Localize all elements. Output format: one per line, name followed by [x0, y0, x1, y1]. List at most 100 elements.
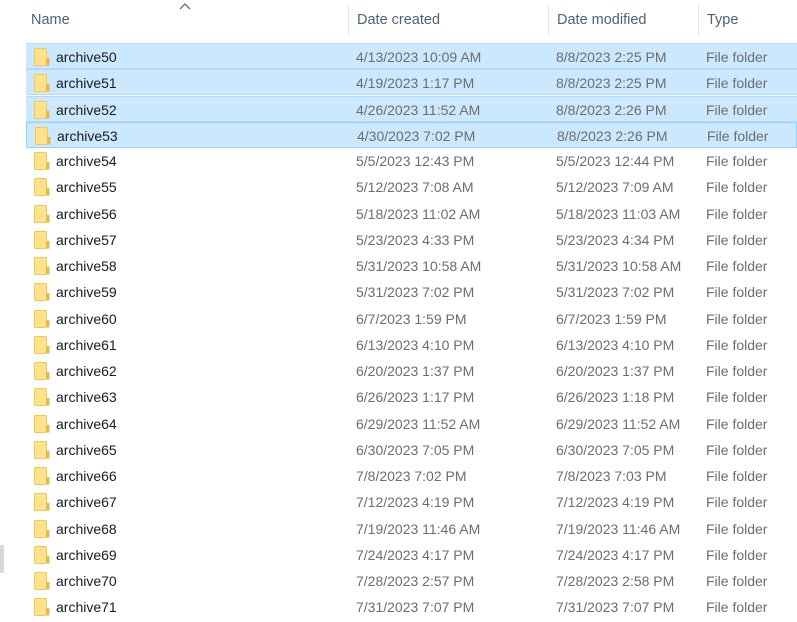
file-row[interactable]: archive70 7/28/2023 2:57 PM 7/28/2023 2:…: [26, 568, 797, 594]
folder-icon: [34, 74, 50, 92]
file-date-created: 7/28/2023 2:57 PM: [356, 573, 475, 589]
file-name: archive57: [56, 232, 117, 248]
folder-icon: [34, 152, 50, 170]
file-type: File folder: [706, 442, 768, 458]
file-row[interactable]: archive56 5/18/2023 11:02 AM 5/18/2023 1…: [26, 201, 797, 227]
file-name: archive52: [56, 102, 117, 118]
file-name: archive65: [56, 442, 117, 458]
folder-icon: [34, 415, 50, 433]
file-date-created: 4/30/2023 7:02 PM: [357, 128, 476, 144]
chevron-up-icon: [179, 3, 191, 10]
file-name: archive54: [56, 153, 117, 169]
file-date-modified: 5/18/2023 11:03 AM: [556, 206, 681, 222]
file-name: archive69: [56, 547, 117, 563]
column-header-date-modified[interactable]: Date modified: [557, 0, 646, 40]
file-type: File folder: [706, 75, 768, 91]
file-date-modified: 8/8/2023 2:25 PM: [556, 49, 667, 65]
file-row[interactable]: archive53 4/30/2023 7:02 PM 8/8/2023 2:2…: [26, 122, 797, 148]
file-date-modified: 6/30/2023 7:05 PM: [556, 442, 675, 458]
folder-icon: [34, 257, 50, 275]
file-date-modified: 7/28/2023 2:58 PM: [556, 573, 675, 589]
file-row[interactable]: archive59 5/31/2023 7:02 PM 5/31/2023 7:…: [26, 279, 797, 305]
file-type: File folder: [706, 573, 768, 589]
file-row[interactable]: archive55 5/12/2023 7:08 AM 5/12/2023 7:…: [26, 174, 797, 200]
file-row[interactable]: archive50 4/13/2023 10:09 AM 8/8/2023 2:…: [26, 43, 797, 69]
file-type: File folder: [706, 258, 768, 274]
folder-icon: [34, 441, 50, 459]
folder-icon: [34, 48, 50, 66]
file-row[interactable]: archive65 6/30/2023 7:05 PM 6/30/2023 7:…: [26, 437, 797, 463]
column-header-type[interactable]: Type: [707, 0, 738, 40]
file-date-created: 6/29/2023 11:52 AM: [356, 416, 481, 432]
file-date-modified: 6/20/2023 1:37 PM: [556, 363, 675, 379]
file-name: archive63: [56, 389, 117, 405]
file-row[interactable]: archive62 6/20/2023 1:37 PM 6/20/2023 1:…: [26, 358, 797, 384]
file-name: archive56: [56, 206, 117, 222]
folder-icon: [34, 362, 50, 380]
file-row[interactable]: archive71 7/31/2023 7:07 PM 7/31/2023 7:…: [26, 594, 797, 620]
file-date-created: 7/24/2023 4:17 PM: [356, 547, 475, 563]
file-row[interactable]: archive68 7/19/2023 11:46 AM 7/19/2023 1…: [26, 516, 797, 542]
folder-icon: [35, 127, 51, 145]
file-type: File folder: [706, 337, 768, 353]
file-name: archive66: [56, 468, 117, 484]
column-divider[interactable]: [548, 5, 549, 36]
file-name: archive50: [56, 49, 117, 65]
file-type: File folder: [706, 284, 768, 300]
file-name: archive61: [56, 337, 117, 353]
file-type: File folder: [706, 102, 768, 118]
file-row[interactable]: archive67 7/12/2023 4:19 PM 7/12/2023 4:…: [26, 489, 797, 515]
file-date-created: 6/20/2023 1:37 PM: [356, 363, 475, 379]
file-type: File folder: [706, 206, 768, 222]
file-date-modified: 7/31/2023 7:07 PM: [556, 599, 675, 615]
file-date-created: 5/23/2023 4:33 PM: [356, 232, 475, 248]
file-row[interactable]: archive60 6/7/2023 1:59 PM 6/7/2023 1:59…: [26, 306, 797, 332]
file-date-created: 7/8/2023 7:02 PM: [356, 468, 467, 484]
file-row[interactable]: archive63 6/26/2023 1:17 PM 6/26/2023 1:…: [26, 384, 797, 410]
folder-icon: [34, 467, 50, 485]
file-row[interactable]: archive54 5/5/2023 12:43 PM 5/5/2023 12:…: [26, 148, 797, 174]
folder-icon: [34, 546, 50, 564]
folder-icon: [34, 101, 50, 119]
file-date-created: 4/19/2023 1:17 PM: [356, 75, 475, 91]
file-date-created: 5/31/2023 10:58 AM: [356, 258, 482, 274]
file-date-modified: 7/24/2023 4:17 PM: [556, 547, 675, 563]
column-divider[interactable]: [698, 5, 699, 36]
folder-icon: [34, 310, 50, 328]
column-header-name[interactable]: Name: [31, 0, 70, 40]
file-name: archive71: [56, 599, 117, 615]
file-date-modified: 5/31/2023 10:58 AM: [556, 258, 682, 274]
folder-icon: [34, 231, 50, 249]
column-divider[interactable]: [348, 5, 349, 36]
file-row[interactable]: archive61 6/13/2023 4:10 PM 6/13/2023 4:…: [26, 332, 797, 358]
file-row[interactable]: archive52 4/26/2023 11:52 AM 8/8/2023 2:…: [26, 96, 797, 122]
file-type: File folder: [706, 599, 768, 615]
file-name: archive62: [56, 363, 117, 379]
file-date-created: 6/26/2023 1:17 PM: [356, 389, 475, 405]
file-row[interactable]: archive66 7/8/2023 7:02 PM 7/8/2023 7:03…: [26, 463, 797, 489]
file-date-modified: 6/7/2023 1:59 PM: [556, 311, 667, 327]
file-type: File folder: [706, 416, 768, 432]
file-type: File folder: [706, 468, 768, 484]
file-row[interactable]: archive51 4/19/2023 1:17 PM 8/8/2023 2:2…: [26, 69, 797, 95]
file-row[interactable]: archive58 5/31/2023 10:58 AM 5/31/2023 1…: [26, 253, 797, 279]
file-date-created: 5/31/2023 7:02 PM: [356, 284, 475, 300]
file-row[interactable]: archive69 7/24/2023 4:17 PM 7/24/2023 4:…: [26, 542, 797, 568]
file-type: File folder: [706, 494, 768, 510]
file-name: archive68: [56, 521, 117, 537]
file-type: File folder: [706, 547, 768, 563]
file-type: File folder: [706, 363, 768, 379]
file-type: File folder: [706, 179, 768, 195]
navigation-pane-edge: [0, 0, 20, 622]
file-row[interactable]: archive57 5/23/2023 4:33 PM 5/23/2023 4:…: [26, 227, 797, 253]
file-type: File folder: [706, 311, 768, 327]
navigation-pane-scrollbar[interactable]: [0, 545, 4, 573]
file-type: File folder: [706, 232, 768, 248]
file-type: File folder: [706, 521, 768, 537]
file-type: File folder: [707, 128, 769, 144]
column-header-date-created[interactable]: Date created: [357, 0, 440, 40]
file-date-created: 5/18/2023 11:02 AM: [356, 206, 481, 222]
folder-icon: [34, 178, 50, 196]
folder-icon: [34, 336, 50, 354]
file-row[interactable]: archive64 6/29/2023 11:52 AM 6/29/2023 1…: [26, 411, 797, 437]
